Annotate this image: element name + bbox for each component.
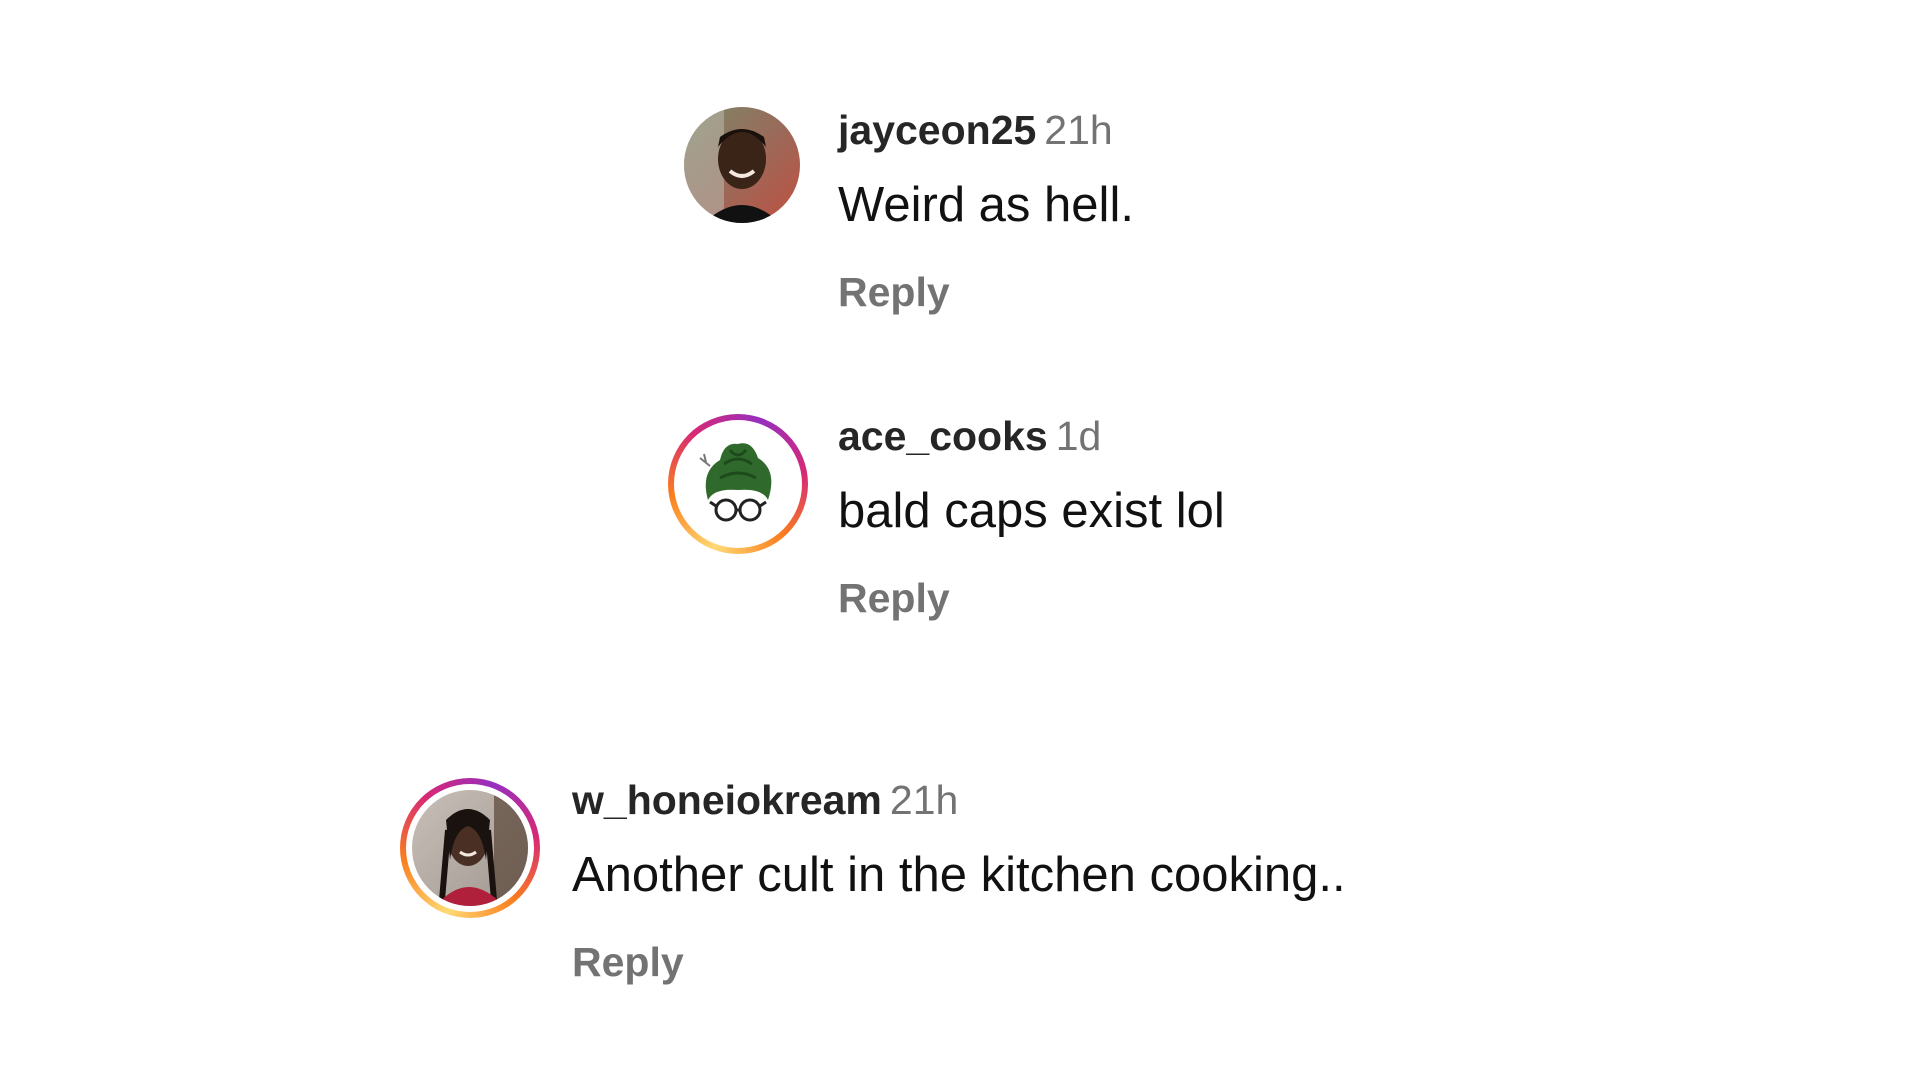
username-link[interactable]: w_honeiokream (572, 777, 882, 823)
timestamp: 1d (1055, 413, 1102, 459)
timestamp: 21h (1044, 107, 1113, 153)
comment-header: ace_cooks 1d (838, 412, 1225, 460)
comment-header: jayceon25 21h (838, 106, 1134, 154)
chef-logo-icon (680, 426, 796, 542)
comment-text: bald caps exist lol (838, 484, 1225, 538)
reply-button[interactable]: Reply (838, 268, 950, 316)
avatar-story-ring[interactable] (400, 778, 540, 918)
comment-text: Another cult in the kitchen cooking.. (572, 848, 1346, 902)
reply-button[interactable]: Reply (838, 574, 950, 622)
user-photo-icon (684, 107, 800, 223)
comment-header: w_honeiokream 21h (572, 776, 1346, 824)
avatar (412, 790, 528, 906)
username-link[interactable]: jayceon25 (838, 107, 1036, 153)
username-link[interactable]: ace_cooks (838, 413, 1048, 459)
timestamp: 21h (889, 777, 959, 823)
avatar[interactable] (684, 107, 800, 223)
avatar-story-ring[interactable] (668, 414, 808, 554)
user-photo-icon (412, 790, 528, 906)
comment-text: Weird as hell. (838, 178, 1134, 232)
reply-button[interactable]: Reply (572, 938, 684, 986)
avatar (680, 426, 796, 542)
